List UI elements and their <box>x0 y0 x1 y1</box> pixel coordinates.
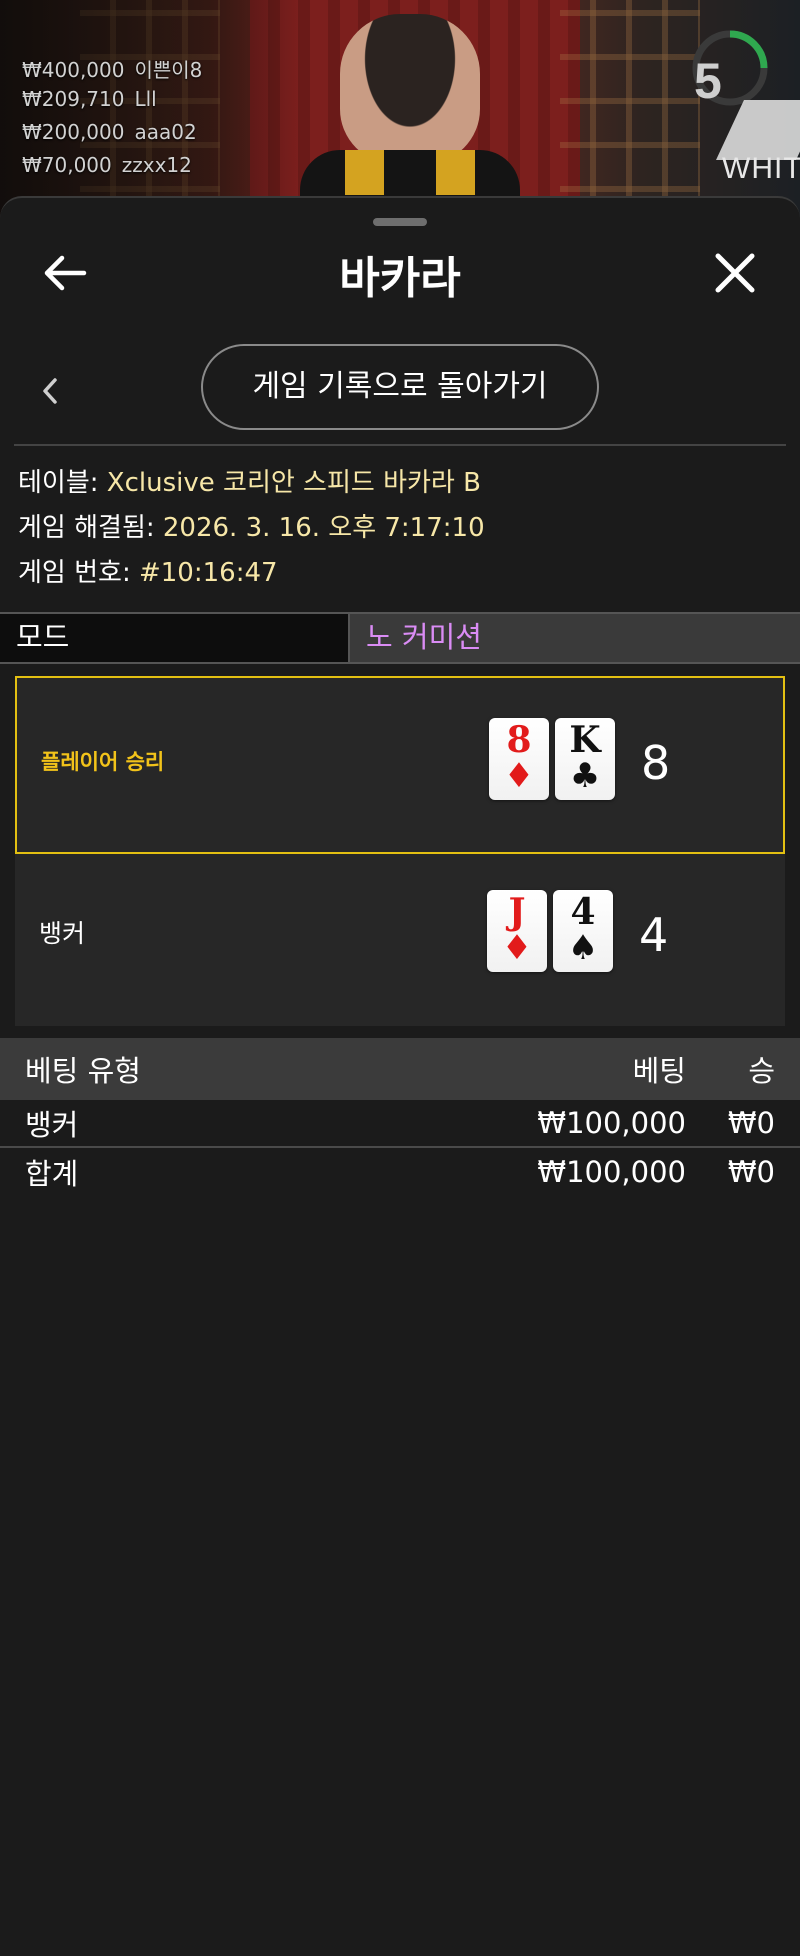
diamond-suit-icon: ♦ <box>501 928 533 968</box>
table-info: 테이블: Xclusive 코리안 스피드 바카라 B <box>18 462 485 507</box>
winner-row: ₩400,000 이쁜이8 <box>22 54 202 87</box>
winner-amount: ₩200,000 <box>22 120 125 144</box>
diamond-suit-icon: ♦ <box>503 756 535 796</box>
table-value: Xclusive 코리안 스피드 바카라 B <box>106 468 481 498</box>
countdown-number: 5 <box>694 53 722 109</box>
game-number-info: 게임 번호: #10:16:47 <box>18 552 485 597</box>
winner-row: ₩70,000 zzxx12 <box>22 153 202 186</box>
dealer-head <box>340 14 480 164</box>
winner-row <box>22 30 202 54</box>
page-title: 바카라 <box>339 253 461 304</box>
resolved-label: 게임 해결됨: <box>18 513 155 543</box>
total-bet: ₩100,000 <box>537 1155 686 1189</box>
game-number-label: 게임 번호: <box>18 558 131 588</box>
mode-value: 노 커미션 <box>350 614 800 662</box>
bet-table: 베팅 유형 베팅 승 뱅커 ₩100,000 ₩0 합계 ₩100,000 ₩0 <box>0 1038 800 1196</box>
table-total-row: 합계 ₩100,000 ₩0 <box>0 1148 800 1196</box>
winner-name: 이쁜이8 <box>134 58 203 82</box>
player-hand: 플레이어 승리 8 ♦ K ♣ 8 <box>15 676 785 854</box>
player-score: 8 <box>641 736 671 790</box>
sheet-drag-handle[interactable] <box>373 218 427 226</box>
winner-amount: ₩209,710 <box>22 87 125 111</box>
winner-row: ₩209,710 Lll <box>22 87 202 120</box>
club-suit-icon: ♣ <box>569 756 601 796</box>
card-rank: 4 <box>570 891 596 933</box>
chevron-left-icon[interactable] <box>30 366 70 416</box>
banker-score: 4 <box>639 908 669 962</box>
table-header: 베팅 유형 베팅 승 <box>0 1038 800 1100</box>
column-header-win: 승 <box>748 1054 775 1088</box>
playing-card: J ♦ <box>487 890 547 972</box>
game-history-panel: 바카라 게임 기록으로 돌아가기 테이블: Xclusive 코리안 스피드 바… <box>0 196 800 1956</box>
bet-type-cell: 뱅커 <box>25 1108 79 1142</box>
card-rank: 8 <box>506 719 532 761</box>
spade-suit-icon: ♠ <box>567 928 599 968</box>
winner-name: Lll <box>134 87 157 111</box>
game-info: 테이블: Xclusive 코리안 스피드 바카라 B 게임 해결됨: 2026… <box>18 462 485 597</box>
playing-card: 8 ♦ <box>489 718 549 800</box>
back-to-history-button[interactable]: 게임 기록으로 돌아가기 <box>201 344 599 430</box>
banker-hand: 뱅커 J ♦ 4 ♠ 4 <box>15 854 785 1032</box>
total-win: ₩0 <box>727 1155 775 1189</box>
brand-logo-text: WHITE <box>722 152 800 185</box>
bet-amount-cell: ₩100,000 <box>537 1106 686 1140</box>
winners-list: ₩400,000 이쁜이8 ₩209,710 Lll ₩200,000 aaa02 ₩… <box>22 30 202 186</box>
mode-label: 모드 <box>0 614 350 662</box>
table-label: 테이블: <box>18 468 99 498</box>
win-amount-cell: ₩0 <box>727 1106 775 1140</box>
close-icon[interactable] <box>710 248 760 298</box>
winner-name: aaa02 <box>134 120 197 144</box>
resolved-info: 게임 해결됨: 2026. 3. 16. 오후 7:17:10 <box>18 507 485 552</box>
banker-result-label: 뱅커 <box>39 919 86 948</box>
table-row: 뱅커 ₩100,000 ₩0 <box>0 1100 800 1148</box>
player-result-label: 플레이어 승리 <box>41 750 165 774</box>
total-label: 합계 <box>25 1157 79 1191</box>
mode-row: 모드 노 커미션 <box>0 612 800 664</box>
winner-amount: ₩70,000 <box>22 153 112 177</box>
winner-row: ₩200,000 aaa02 <box>22 120 202 153</box>
card-rank: K <box>569 719 601 761</box>
divider <box>14 444 786 446</box>
column-header-bet-type: 베팅 유형 <box>25 1054 141 1088</box>
hands-result: 플레이어 승리 8 ♦ K ♣ 8 뱅커 J ♦ 4 ♠ 4 <box>15 676 785 1026</box>
playing-card: 4 ♠ <box>553 890 613 972</box>
playing-card: K ♣ <box>555 718 615 800</box>
brand-logo-shape <box>716 100 800 160</box>
winner-name: zzxx12 <box>121 153 192 177</box>
winner-amount: ₩400,000 <box>22 58 125 82</box>
column-header-bet: 베팅 <box>632 1054 686 1088</box>
game-number-value: #10:16:47 <box>138 558 278 588</box>
resolved-value: 2026. 3. 16. 오후 7:17:10 <box>162 513 485 543</box>
card-rank: J <box>508 891 526 933</box>
